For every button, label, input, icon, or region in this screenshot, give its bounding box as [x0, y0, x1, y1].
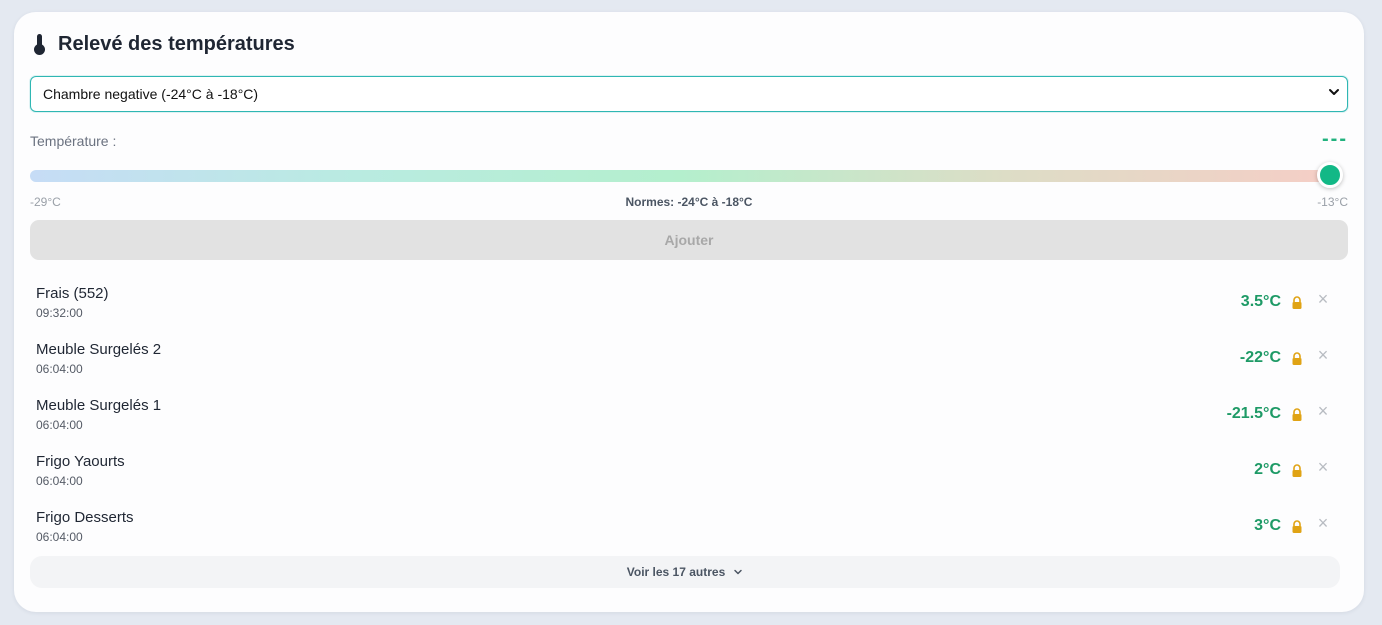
reading-time: 06:04:00	[36, 474, 83, 488]
chevron-down-icon	[734, 569, 742, 575]
lock-icon	[1292, 408, 1302, 421]
reading-value: 3.5°C	[1240, 293, 1281, 310]
delete-icon[interactable]: ×	[1316, 514, 1330, 532]
show-more-button[interactable]: Voir les 17 autres	[30, 556, 1340, 588]
list-item: Frigo Yaourts 06:04:00 2°C ×	[30, 442, 1348, 498]
reading-name: Meuble Surgelés 2	[36, 341, 162, 358]
reading-time: 09:32:00	[36, 306, 83, 320]
delete-icon[interactable]: ×	[1316, 346, 1330, 364]
thermometer-icon	[34, 34, 46, 55]
reading-name: Frigo Yaourts	[36, 453, 125, 470]
temperature-label: Température :	[30, 133, 117, 149]
readings-list: Frais (552) 09:32:00 3.5°C × Meuble Surg…	[30, 274, 1348, 554]
chamber-select-value: Chambre negative (-24°C à -18°C)	[43, 86, 259, 102]
reading-name: Frais (552)	[36, 285, 109, 302]
temperature-card: Relevé des températures Chambre negative…	[14, 12, 1364, 612]
delete-icon[interactable]: ×	[1316, 402, 1330, 420]
delete-icon[interactable]: ×	[1316, 290, 1330, 308]
card-header: Relevé des températures	[34, 32, 295, 56]
reading-value: -22°C	[1239, 349, 1281, 366]
reading-time: 06:04:00	[36, 362, 83, 376]
lock-icon	[1292, 352, 1302, 365]
lock-icon	[1292, 464, 1302, 477]
lock-icon	[1292, 520, 1302, 533]
reading-value: 2°C	[1254, 461, 1281, 478]
delete-icon[interactable]: ×	[1316, 458, 1330, 476]
temperature-value: ---	[1322, 128, 1348, 150]
reading-time: 06:04:00	[36, 530, 83, 544]
page-title: Relevé des températures	[58, 32, 295, 55]
add-button[interactable]: Ajouter	[30, 220, 1348, 260]
lock-icon	[1292, 296, 1302, 309]
norms-label: Normes: -24°C à -18°C	[625, 195, 753, 209]
reading-name: Frigo Desserts	[36, 509, 134, 526]
list-item: Meuble Surgelés 1 06:04:00 -21.5°C ×	[30, 386, 1348, 442]
reading-name: Meuble Surgelés 1	[36, 397, 162, 414]
chamber-select[interactable]: Chambre negative (-24°C à -18°C)	[30, 76, 1348, 112]
slider-max-label: -13°C	[1317, 195, 1348, 209]
reading-time: 06:04:00	[36, 418, 83, 432]
show-more-label: Voir les 17 autres	[626, 565, 726, 579]
reading-value: -21.5°C	[1226, 405, 1281, 422]
list-item: Frais (552) 09:32:00 3.5°C ×	[30, 274, 1348, 330]
chevron-down-icon	[1329, 89, 1339, 95]
list-item: Meuble Surgelés 2 06:04:00 -22°C ×	[30, 330, 1348, 386]
list-item: Frigo Desserts 06:04:00 3°C ×	[30, 498, 1348, 554]
temperature-slider-handle[interactable]	[1317, 162, 1343, 188]
reading-value: 3°C	[1254, 517, 1281, 534]
temperature-slider-track[interactable]	[30, 170, 1330, 182]
